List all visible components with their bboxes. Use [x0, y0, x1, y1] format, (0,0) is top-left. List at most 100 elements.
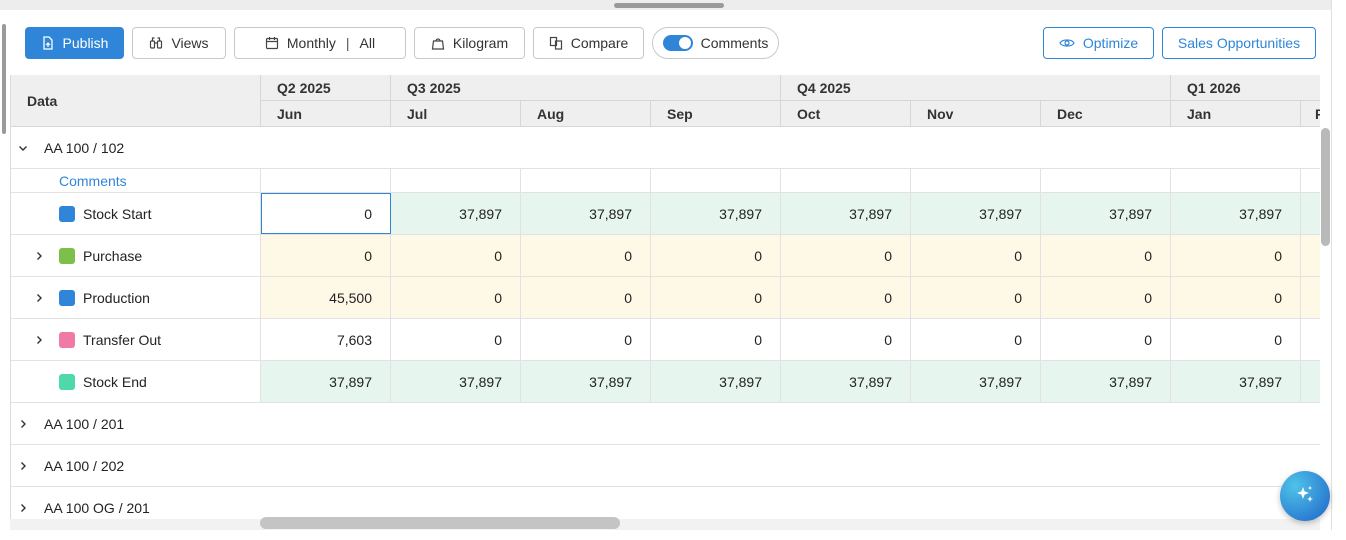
chevron-down-icon[interactable] [15, 140, 31, 156]
value-cell[interactable]: 0 [781, 319, 911, 360]
value-cell[interactable]: 37,897 [521, 361, 651, 402]
value-cell[interactable]: 0 [261, 235, 391, 276]
optimize-label: Optimize [1082, 35, 1139, 51]
value-cell[interactable] [1301, 319, 1320, 360]
comment-cell[interactable] [261, 169, 391, 192]
value-cell[interactable]: 37,897 [1171, 361, 1301, 402]
comments-toggle-switch[interactable] [662, 35, 693, 51]
horizontal-scrollbar[interactable] [10, 519, 1320, 530]
value-cell[interactable]: 0 [391, 319, 521, 360]
comment-cell[interactable] [651, 169, 781, 192]
color-swatch [59, 247, 75, 264]
horizontal-scrollbar-thumb[interactable] [260, 517, 620, 529]
value-cell[interactable]: 0 [911, 235, 1041, 276]
chevron-right-icon[interactable] [31, 290, 47, 306]
value-cell[interactable]: 0 [911, 277, 1041, 318]
value-cell[interactable]: 0 [391, 235, 521, 276]
value-cell[interactable]: 37,897 [1041, 361, 1171, 402]
publish-button[interactable]: Publish [25, 27, 124, 59]
group-row[interactable]: AA 100 / 201 [11, 403, 1320, 445]
period-scope: All [359, 35, 376, 51]
row-label-cell: Purchase [11, 235, 261, 276]
value-cell[interactable]: 37,897 [391, 193, 521, 234]
value-cell[interactable]: 0 [911, 319, 1041, 360]
value-cell[interactable]: 0 [261, 193, 391, 234]
comment-cell[interactable] [781, 169, 911, 192]
comment-cell[interactable] [911, 169, 1041, 192]
value-cell[interactable]: 37,897 [651, 361, 781, 402]
value-cell[interactable]: 0 [1041, 319, 1171, 360]
value-cell[interactable]: 37,897 [781, 193, 911, 234]
value-cell[interactable]: 37,897 [1171, 193, 1301, 234]
value-cell[interactable]: 0 [1041, 277, 1171, 318]
value-cell[interactable]: 0 [651, 277, 781, 318]
comment-cell[interactable] [1041, 169, 1171, 192]
value-cell[interactable]: 0 [1171, 235, 1301, 276]
left-scrollbar-thumb[interactable] [2, 24, 6, 134]
period-separator: | [345, 35, 350, 51]
chevron-right-icon[interactable] [31, 248, 47, 264]
value-cell[interactable]: 0 [1171, 319, 1301, 360]
value-cell[interactable]: 0 [521, 235, 651, 276]
value-cell[interactable]: 37,897 [261, 361, 391, 402]
group-label-wrap: AA 100 OG / 201 [15, 487, 150, 519]
group-label-wrap: AA 100 / 201 [15, 403, 124, 444]
value-cell[interactable]: 0 [521, 319, 651, 360]
row-label: Production [83, 289, 150, 306]
top-scrollbar[interactable] [0, 0, 1332, 10]
value-cell[interactable]: 0 [391, 277, 521, 318]
quarter-header: Q4 2025 [781, 75, 1171, 101]
value-cell[interactable]: 0 [651, 319, 781, 360]
value-cell[interactable]: 0 [1041, 235, 1171, 276]
chevron-right-icon[interactable] [31, 332, 47, 348]
month-header: Oct [781, 101, 911, 127]
top-scrollbar-thumb[interactable] [614, 3, 724, 8]
value-cell[interactable]: 37,897 [1041, 193, 1171, 234]
value-cell[interactable]: 0 [521, 277, 651, 318]
comment-cell[interactable] [1171, 169, 1301, 192]
group-row[interactable]: AA 100 / 102 [11, 127, 1320, 169]
chevron-right-icon[interactable] [15, 458, 31, 474]
calendar-icon [265, 36, 279, 50]
value-cell[interactable] [1301, 193, 1320, 234]
table-row-stock-start: Stock Start 0 37,897 37,897 37,897 37,89… [11, 193, 1320, 235]
comments-toggle-label: Comments [700, 35, 769, 51]
optimize-button[interactable]: Optimize [1043, 27, 1154, 59]
value-cell[interactable]: 0 [781, 235, 911, 276]
value-cell[interactable]: 45,500 [261, 277, 391, 318]
unit-selector-button[interactable]: Kilogram [414, 27, 525, 59]
value-cell[interactable]: 37,897 [651, 193, 781, 234]
value-cell[interactable]: 37,897 [781, 361, 911, 402]
value-cell[interactable]: 0 [781, 277, 911, 318]
month-header: Jan [1171, 101, 1301, 127]
value-cell[interactable] [1301, 277, 1320, 318]
planning-grid: Data Q2 2025 Q3 2025 Q4 2025 Q1 2026 Jun… [10, 75, 1320, 519]
group-row[interactable]: AA 100 / 202 [11, 445, 1320, 487]
value-cell[interactable]: 0 [1171, 277, 1301, 318]
comment-cell[interactable] [521, 169, 651, 192]
vertical-scrollbar-thumb[interactable] [1321, 128, 1330, 246]
value-cell[interactable] [1301, 361, 1320, 402]
period-selector-button[interactable]: Monthly | All [234, 27, 406, 59]
value-cell[interactable]: 37,897 [521, 193, 651, 234]
views-button[interactable]: Views [132, 27, 226, 59]
value-cell[interactable]: 7,603 [261, 319, 391, 360]
row-label-cell: Production [11, 277, 261, 318]
chevron-right-icon[interactable] [15, 500, 31, 516]
value-cell[interactable]: 37,897 [911, 193, 1041, 234]
value-cell[interactable]: 0 [651, 235, 781, 276]
compare-button[interactable]: Compare [533, 27, 644, 59]
comment-cell[interactable] [391, 169, 521, 192]
group-row[interactable]: AA 100 OG / 201 [11, 487, 1320, 519]
sales-opportunities-button[interactable]: Sales Opportunities [1162, 27, 1316, 59]
group-label: AA 100 OG / 201 [44, 499, 150, 516]
value-cell[interactable]: 37,897 [911, 361, 1041, 402]
comments-label[interactable]: Comments [11, 169, 261, 192]
value-cell[interactable] [1301, 235, 1320, 276]
ai-assistant-button[interactable] [1280, 471, 1330, 521]
compare-label: Compare [570, 35, 629, 51]
comments-toggle-button[interactable]: Comments [652, 27, 779, 59]
value-cell[interactable]: 37,897 [391, 361, 521, 402]
comment-cell[interactable] [1301, 169, 1320, 192]
chevron-right-icon[interactable] [15, 416, 31, 432]
